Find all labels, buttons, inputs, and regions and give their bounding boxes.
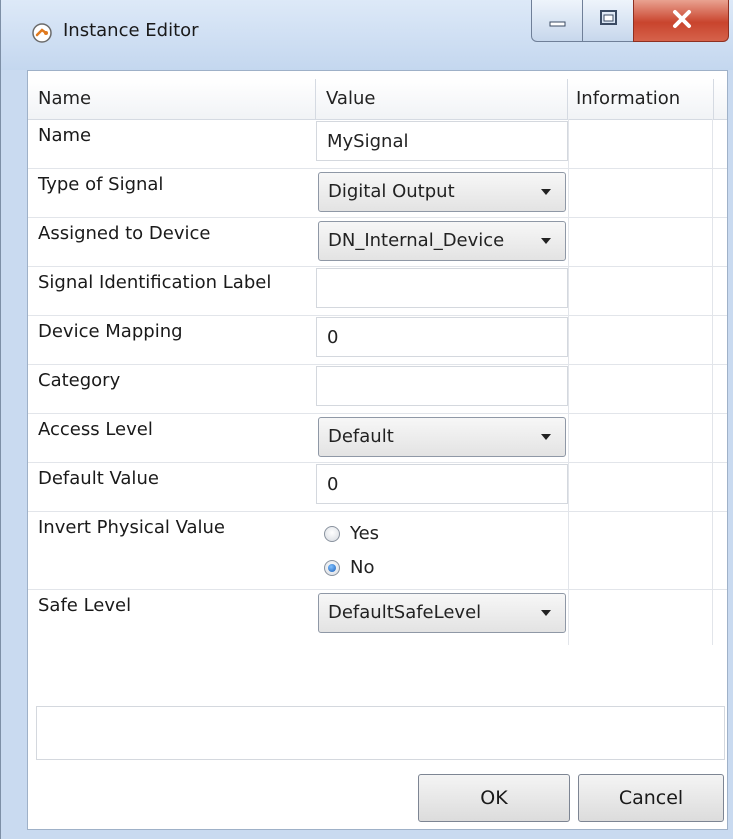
information-box [36,706,725,760]
dropdown-value: DN_Internal_Device [328,230,505,251]
type-of-signal-dropdown[interactable]: Digital Output [318,172,566,212]
close-button[interactable] [633,0,729,42]
maximize-button[interactable] [582,0,634,42]
name-field[interactable]: MySignal [316,121,568,161]
device-mapping-field[interactable]: 0 [316,317,568,357]
property-label: Assigned to Device [38,223,211,244]
property-row-safe-level: Safe Level DefaultSafeLevel [28,589,727,638]
property-row-name: Name MySignal [28,119,727,169]
chevron-down-icon [541,434,551,440]
column-header-information[interactable]: Information [568,79,714,119]
safe-level-dropdown[interactable]: DefaultSafeLevel [318,593,566,633]
instance-editor-window: Instance Editor Name Value Information N… [0,0,733,839]
property-row-signal-identification-label: Signal Identification Label [28,266,727,316]
radio-label: Yes [350,523,380,544]
radio-checked-icon [324,560,340,576]
minimize-button[interactable] [531,0,583,42]
robot-arm-icon [31,22,53,44]
grid-header: Name Value Information [28,79,727,120]
radio-label: No [350,557,375,578]
signal-identification-label-field[interactable] [316,268,568,308]
minimize-icon [549,21,566,27]
editor-client-area: Name Value Information Name MySignal Typ… [27,70,728,830]
property-label: Category [38,370,121,391]
property-label: Name [38,125,92,146]
window-title: Instance Editor [63,20,199,41]
property-label: Device Mapping [38,321,183,342]
property-label: Type of Signal [38,174,164,195]
property-label: Default Value [38,468,159,489]
access-level-dropdown[interactable]: Default [318,417,566,457]
property-row-category: Category [28,364,727,414]
chevron-down-icon [541,238,551,244]
radio-circle-icon [324,526,340,542]
assigned-to-device-dropdown[interactable]: DN_Internal_Device [318,221,566,261]
chevron-down-icon [541,610,551,616]
title-bar[interactable]: Instance Editor [1,0,733,70]
ok-button[interactable]: OK [418,774,570,822]
property-label: Safe Level [38,595,132,616]
property-row-assigned-to-device: Assigned to Device DN_Internal_Device [28,217,727,267]
dropdown-value: Digital Output [328,181,455,202]
property-row-default-value: Default Value 0 [28,462,727,512]
property-label: Signal Identification Label [38,272,272,293]
property-row-access-level: Access Level Default [28,413,727,463]
chevron-down-icon [541,189,551,195]
cancel-button[interactable]: Cancel [578,774,724,822]
property-row-type-of-signal: Type of Signal Digital Output [28,168,727,218]
category-field[interactable] [316,366,568,406]
property-row-device-mapping: Device Mapping 0 [28,315,727,365]
column-header-value[interactable]: Value [316,79,568,119]
property-row-invert-physical-value: Invert Physical Value Yes No [28,511,727,590]
close-icon [673,10,691,28]
column-header-name[interactable]: Name [28,79,316,119]
maximize-icon [600,10,617,25]
dropdown-value: Default [328,426,394,447]
dropdown-value: DefaultSafeLevel [328,602,482,623]
property-label: Invert Physical Value [38,517,225,538]
default-value-field[interactable]: 0 [316,464,568,504]
property-label: Access Level [38,419,153,440]
